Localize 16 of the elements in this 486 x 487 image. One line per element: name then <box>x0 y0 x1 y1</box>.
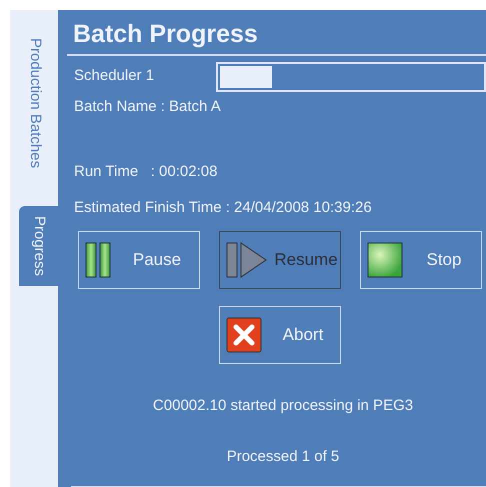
scheduler-label: Scheduler 1 <box>74 66 156 86</box>
square-icon <box>367 242 403 278</box>
status-message: C00002.10 started processing in PEG3 <box>152 396 414 416</box>
play-icon <box>226 242 268 278</box>
pause-button[interactable]: Pause <box>78 231 200 289</box>
pause-icon <box>85 242 111 278</box>
panel-title: Batch Progress <box>72 19 259 50</box>
run-time: Run Time : 00:02:08 <box>73 162 218 182</box>
side-tab[interactable]: Production Batches <box>22 28 54 178</box>
close-icon <box>226 317 262 353</box>
processed-count: Processed 1 of 5 <box>226 446 340 466</box>
side-tab[interactable]: Progress <box>19 206 58 286</box>
batch-name: Batch Name : Batch A <box>73 96 222 116</box>
abort-button[interactable]: Abort <box>219 306 341 364</box>
stop-button[interactable]: Stop <box>360 231 482 289</box>
estimated-finish-time: Estimated Finish Time : 24/04/2008 10:39:26 <box>73 198 373 218</box>
